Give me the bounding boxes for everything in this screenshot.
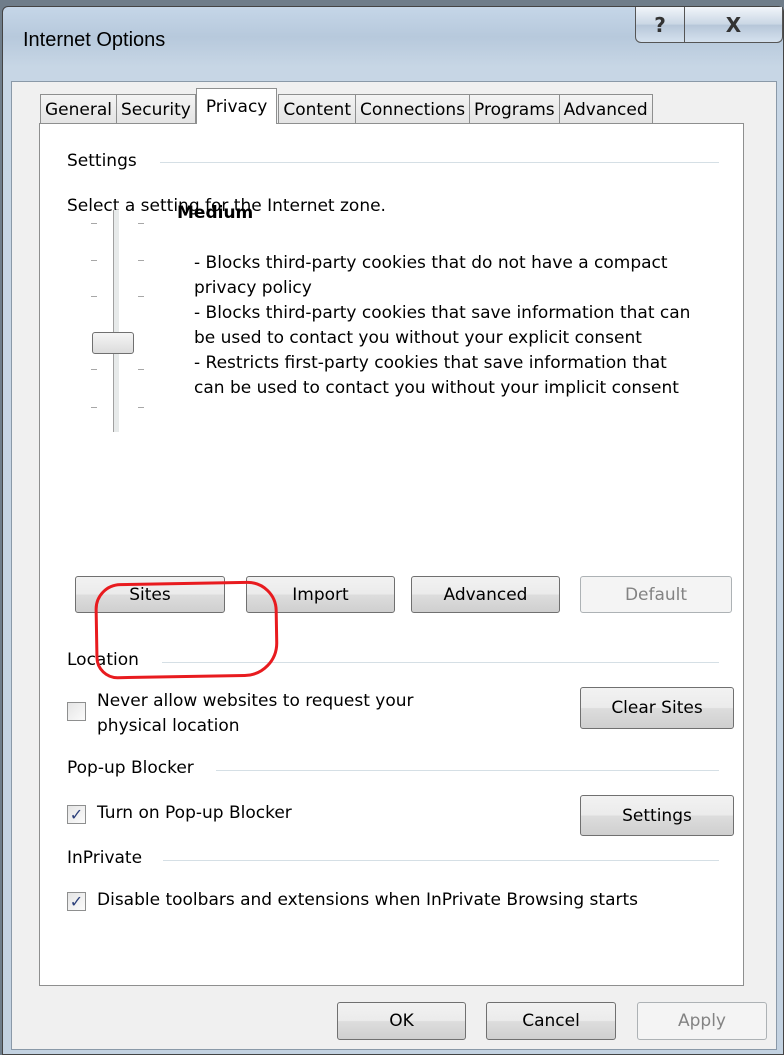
description-line: - Restricts first-party cookies that sav…	[194, 353, 667, 373]
location-checkbox[interactable]	[67, 702, 86, 721]
slider-tick	[138, 407, 144, 408]
popup-group-divider	[216, 770, 719, 771]
privacy-level-slider-track[interactable]	[113, 210, 120, 432]
slider-tick	[91, 407, 97, 408]
settings-group-divider	[160, 162, 719, 163]
description-line: privacy policy	[194, 278, 312, 298]
location-label-line: Never allow websites to request your	[97, 691, 414, 711]
location-checkbox-label[interactable]: Never allow websites to request your phy…	[97, 689, 414, 739]
help-button[interactable]: ?	[635, 7, 685, 43]
slider-tick	[91, 296, 97, 297]
slider-tick	[138, 223, 144, 224]
slider-tick	[91, 223, 97, 224]
tab-strip: General Security Privacy Content Connect…	[40, 88, 653, 124]
window-title: Internet Options	[23, 29, 166, 51]
privacy-level-description: - Blocks third-party cookies that do not…	[194, 251, 734, 401]
tab-general[interactable]: General	[40, 94, 117, 124]
tab-security[interactable]: Security	[116, 94, 196, 124]
advanced-button[interactable]: Advanced	[411, 576, 560, 613]
popup-blocker-checkbox[interactable]: ✓	[67, 805, 86, 824]
inprivate-checkbox[interactable]: ✓	[67, 892, 86, 911]
close-icon: X	[725, 12, 742, 37]
default-button[interactable]: Default	[580, 576, 732, 613]
description-line: - Blocks third-party cookies that do not…	[194, 253, 668, 273]
cancel-button[interactable]: Cancel	[486, 1002, 616, 1040]
popup-group-label: Pop-up Blocker	[67, 758, 204, 778]
location-label-line: physical location	[97, 716, 240, 736]
dialog-client-area: General Security Privacy Content Connect…	[11, 81, 777, 1050]
privacy-level-slider-thumb[interactable]	[92, 332, 134, 354]
apply-button[interactable]: Apply	[637, 1002, 767, 1040]
popup-blocker-label[interactable]: Turn on Pop-up Blocker	[97, 803, 292, 823]
tab-content[interactable]: Content	[278, 94, 356, 124]
settings-group-label: Settings	[67, 151, 147, 171]
slider-tick	[91, 369, 97, 370]
internet-options-window: Internet Options ? X General Security Pr…	[2, 6, 784, 1055]
tab-privacy[interactable]: Privacy	[195, 88, 278, 124]
popup-settings-button[interactable]: Settings	[580, 795, 734, 836]
ok-button[interactable]: OK	[337, 1002, 466, 1040]
description-line: can be used to contact you without your …	[194, 378, 679, 398]
clear-sites-button[interactable]: Clear Sites	[580, 687, 734, 729]
inprivate-checkbox-label[interactable]: Disable toolbars and extensions when InP…	[97, 890, 638, 910]
privacy-level-name: Medium	[177, 203, 254, 223]
tab-advanced[interactable]: Advanced	[558, 94, 653, 124]
slider-tick	[138, 296, 144, 297]
close-button[interactable]: X	[684, 7, 783, 43]
tab-connections[interactable]: Connections	[355, 94, 471, 124]
red-highlight-annotation	[94, 580, 279, 680]
slider-tick	[138, 369, 144, 370]
slider-tick	[91, 260, 97, 261]
inprivate-group-divider	[163, 860, 719, 861]
help-icon: ?	[654, 12, 666, 37]
description-line: - Blocks third-party cookies that save i…	[194, 303, 691, 323]
title-bar[interactable]: Internet Options ? X	[3, 7, 783, 77]
tab-programs[interactable]: Programs	[469, 94, 560, 124]
description-line: be used to contact you without your expl…	[194, 328, 642, 348]
slider-tick	[138, 260, 144, 261]
privacy-tab-panel: Settings Select a setting for the Intern…	[39, 123, 744, 986]
inprivate-group-label: InPrivate	[67, 848, 153, 868]
